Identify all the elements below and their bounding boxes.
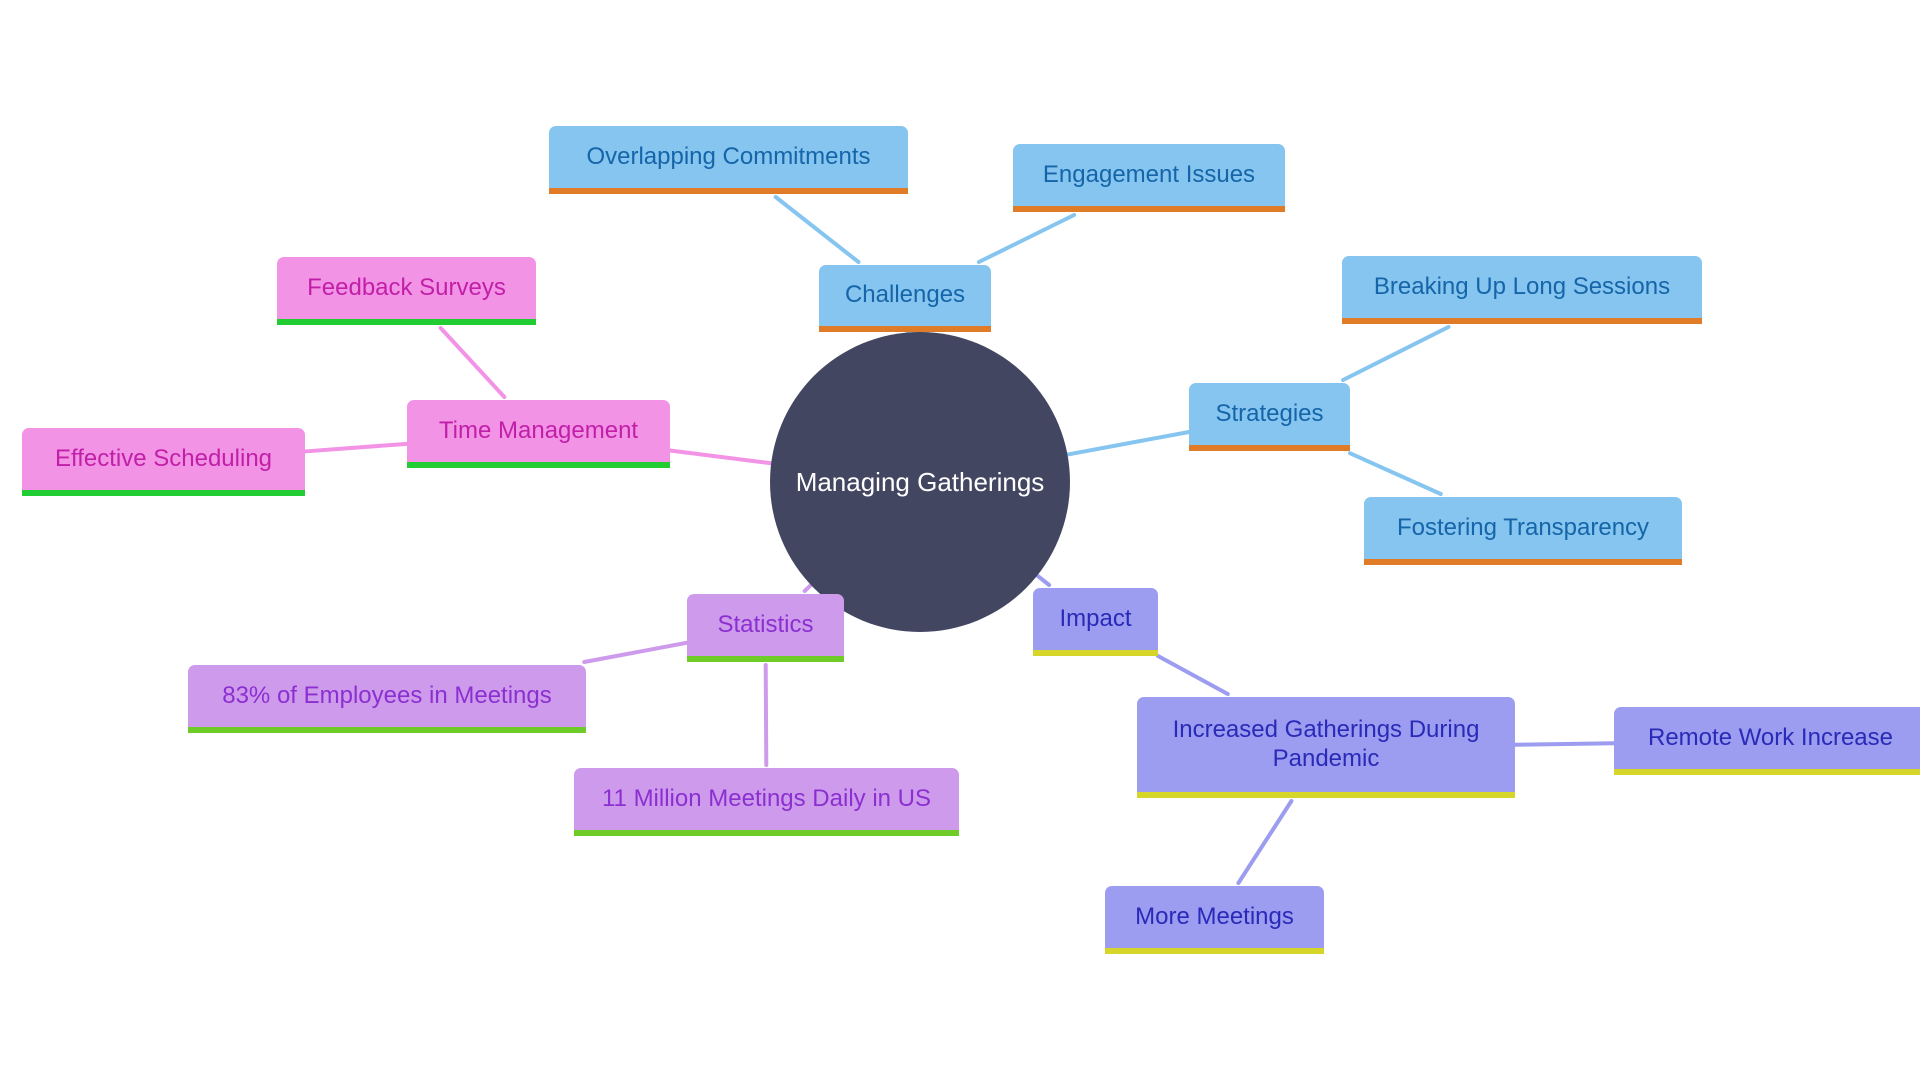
node-strategies[interactable]: Strategies [1189, 383, 1350, 451]
node-fostering-transparency[interactable]: Fostering Transparency [1364, 497, 1682, 565]
edge-challenges-to-overlapping-commitments [773, 195, 861, 264]
root-node-label: Managing Gatherings [795, 466, 1045, 497]
node-label-83-percent-employees: 83% of Employees in Meetings [222, 681, 552, 709]
edge-impact-to-increased-gatherings-pandemic [1156, 654, 1230, 696]
node-overlapping-commitments[interactable]: Overlapping Commitments [549, 126, 908, 194]
node-label-strategies: Strategies [1215, 399, 1324, 427]
edge-time-management-to-effective-scheduling [303, 441, 409, 454]
edge-challenges-to-engagement-issues [976, 213, 1077, 264]
node-label-overlapping-commitments: Overlapping Commitments [586, 142, 871, 170]
node-more-meetings[interactable]: More Meetings [1105, 886, 1324, 954]
node-feedback-surveys[interactable]: Feedback Surveys [277, 257, 536, 325]
node-label-fostering-transparency: Fostering Transparency [1396, 513, 1650, 541]
node-label-impact: Impact [1059, 604, 1132, 632]
root-node-root[interactable]: Managing Gatherings [770, 332, 1070, 632]
edge-increased-gatherings-pandemic-to-more-meetings [1236, 799, 1294, 885]
edge-strategies-to-fostering-transparency [1348, 451, 1443, 496]
node-label-challenges: Challenges [844, 281, 966, 309]
node-effective-scheduling[interactable]: Effective Scheduling [22, 428, 305, 496]
edge-root-to-statistics [802, 583, 813, 593]
node-label-remote-work-increase: Remote Work Increase [1648, 723, 1893, 751]
edge-statistics-to-83-percent-employees [582, 640, 689, 664]
node-label-more-meetings: More Meetings [1135, 902, 1294, 930]
node-increased-gatherings-pandemic[interactable]: Increased Gatherings During Pandemic [1137, 697, 1515, 798]
node-label-statistics: Statistics [717, 610, 814, 638]
node-label-breaking-up-long-sessions: Breaking Up Long Sessions [1373, 272, 1671, 300]
node-statistics[interactable]: Statistics [687, 594, 844, 662]
node-label-engagement-issues: Engagement Issues [1042, 160, 1256, 188]
node-label-effective-scheduling: Effective Scheduling [54, 444, 273, 472]
node-label-feedback-surveys: Feedback Surveys [307, 273, 506, 301]
node-83-percent-employees[interactable]: 83% of Employees in Meetings [188, 665, 586, 733]
node-label-11-million-meetings: 11 Million Meetings Daily in US [601, 784, 931, 812]
node-11-million-meetings[interactable]: 11 Million Meetings Daily in US [574, 768, 959, 836]
node-challenges[interactable]: Challenges [819, 265, 991, 332]
node-time-management[interactable]: Time Management [407, 400, 670, 468]
node-label-increased-gatherings-pandemic: Increased Gatherings During Pandemic [1172, 716, 1480, 772]
node-impact[interactable]: Impact [1033, 588, 1158, 656]
node-breaking-up-long-sessions[interactable]: Breaking Up Long Sessions [1342, 256, 1702, 324]
edge-root-to-strategies [1065, 429, 1191, 457]
node-label-time-management: Time Management [438, 416, 639, 444]
edge-root-to-impact [1035, 573, 1052, 587]
node-remote-work-increase[interactable]: Remote Work Increase [1614, 707, 1920, 775]
edge-strategies-to-breaking-up-long-sessions [1341, 325, 1451, 382]
mindmap-canvas: Managing Gatherings Challenges Overlapping… [0, 0, 1920, 1080]
edge-root-to-time-management [668, 448, 774, 466]
edge-statistics-to-11-million-meetings [763, 663, 769, 767]
edge-time-management-to-feedback-surveys [438, 326, 507, 399]
edge-increased-gatherings-pandemic-to-remote-work-increase [1513, 741, 1616, 747]
node-engagement-issues[interactable]: Engagement Issues [1013, 144, 1285, 212]
